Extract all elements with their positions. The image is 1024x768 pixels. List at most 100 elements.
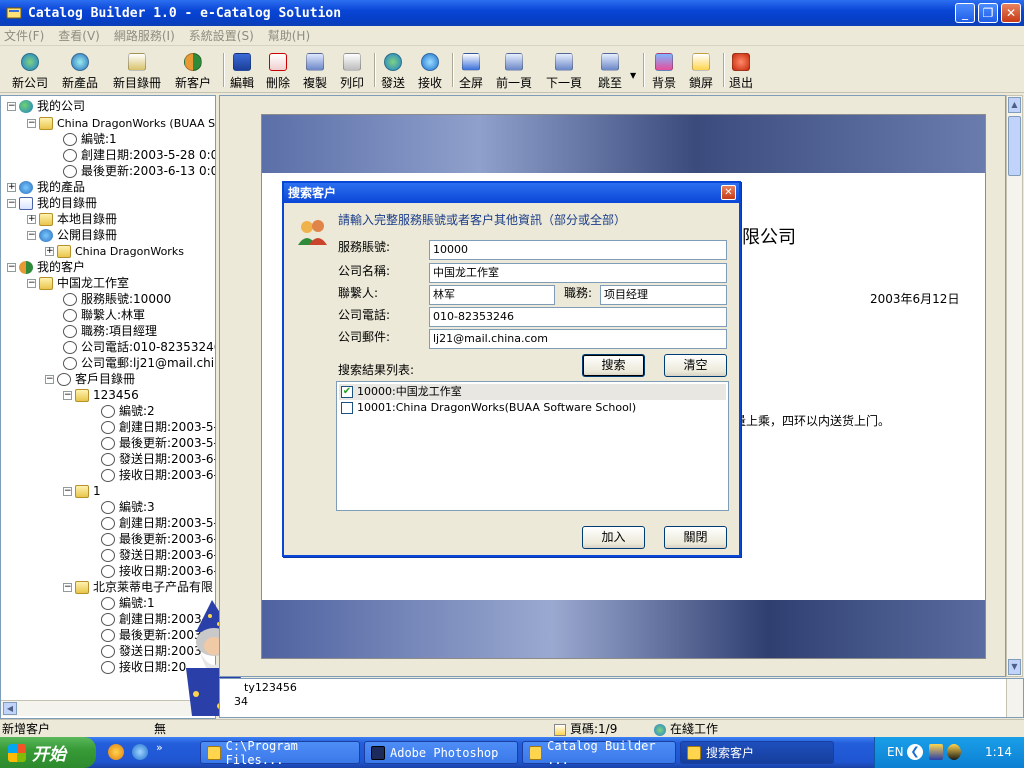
media-player-icon[interactable]	[108, 744, 124, 760]
scroll-up-arrow-icon[interactable]: ▲	[1008, 97, 1021, 113]
lock-screen-button[interactable]: 鎖屏	[689, 51, 713, 91]
properties-scrollbar[interactable]	[1006, 679, 1023, 717]
tree-node-my-company[interactable]: − 我的公司	[7, 98, 85, 114]
prev-page-button[interactable]: 前一頁	[496, 51, 532, 91]
close-dialog-button[interactable]: 關閉	[664, 526, 727, 549]
tree-node-customer-catalogs[interactable]: − 客戶目錄冊	[45, 371, 135, 387]
internet-explorer-icon[interactable]	[132, 744, 148, 760]
receive-button[interactable]: 接收	[418, 51, 442, 91]
tree-node-leaf[interactable]: 創建日期:2003-5-28 0:08:2	[63, 147, 215, 163]
goto-dropdown-arrow[interactable]: ▼	[630, 71, 636, 80]
clear-button[interactable]: 清空	[664, 354, 727, 377]
task-explorer[interactable]: C:\Program Files...	[200, 739, 360, 767]
collapse-icon[interactable]: −	[7, 199, 16, 208]
collapse-icon[interactable]: −	[27, 279, 36, 288]
collapse-icon[interactable]: −	[63, 391, 72, 400]
tree-node-leaf[interactable]: 發送日期:2003-6-1	[101, 451, 215, 467]
tree-node-local-catalogs[interactable]: + 本地目錄冊	[27, 211, 117, 227]
result-checkbox-checked[interactable]: ✔	[341, 386, 353, 398]
result-checkbox[interactable]	[341, 402, 353, 414]
background-button[interactable]: 背景	[652, 51, 676, 91]
menu-view[interactable]: 查看(V)	[58, 27, 100, 44]
tree-node-public-catalogs[interactable]: − 公開目錄冊	[27, 227, 117, 243]
tree-node-leaf[interactable]: 服務賬號:10000	[63, 291, 171, 307]
exit-button[interactable]: 退出	[729, 51, 753, 91]
tree-node-leaf[interactable]: 公司電郵:lj21@mail.china.c	[63, 355, 215, 371]
copy-button[interactable]: 複製	[303, 51, 327, 91]
collapse-icon[interactable]: −	[63, 487, 72, 496]
tree-node-leaf[interactable]: 創建日期:2003-5-1	[101, 515, 215, 531]
tree-node-leaf[interactable]: 聯繫人:林軍	[63, 307, 145, 323]
result-item[interactable]: 10001:China DragonWorks(BUAA Software Sc…	[339, 400, 726, 416]
document-vertical-scrollbar[interactable]: ▲ ▼	[1006, 95, 1023, 677]
expand-icon[interactable]: +	[7, 183, 16, 192]
collapse-icon[interactable]: −	[7, 102, 16, 111]
account-input[interactable]: 10000	[429, 240, 727, 260]
minimize-button[interactable]: _	[955, 3, 975, 23]
result-item[interactable]: ✔ 10000:中国龙工作室	[339, 384, 726, 400]
language-indicator[interactable]: EN	[887, 745, 904, 759]
collapse-icon[interactable]: −	[27, 119, 36, 128]
scroll-down-arrow-icon[interactable]: ▼	[1008, 659, 1021, 675]
collapse-icon[interactable]: −	[63, 583, 72, 592]
menu-help[interactable]: 幫助(H)	[268, 27, 310, 44]
new-customer-button[interactable]: 新客户	[175, 51, 211, 91]
scroll-thumb[interactable]	[1008, 116, 1021, 176]
tree-node-leaf[interactable]: 公司電話:010-82353246	[63, 339, 215, 355]
new-company-button[interactable]: 新公司	[12, 51, 48, 91]
tree-node-public-dragonworks[interactable]: + China DragonWorks	[45, 243, 184, 259]
expand-icon[interactable]: +	[27, 215, 36, 224]
quicklaunch-chevron-icon[interactable]: »	[156, 741, 163, 754]
next-page-button[interactable]: 下一頁	[546, 51, 582, 91]
tree-node-leaf[interactable]: 最後更新:2003-5-1	[101, 435, 215, 451]
tray-speaker-icon[interactable]	[947, 744, 961, 760]
task-photoshop[interactable]: Adobe Photoshop	[364, 741, 518, 764]
tree-node-my-catalogs[interactable]: − 我的目錄冊	[7, 195, 97, 211]
tree-node-leaf[interactable]: 職務:項目經理	[63, 323, 157, 339]
email-input[interactable]: lj21@mail.china.com	[429, 329, 727, 349]
tree-node-leaf[interactable]: 接收日期:2003-6-1	[101, 563, 215, 579]
send-button[interactable]: 發送	[381, 51, 405, 91]
tree-node-my-customers[interactable]: − 我的客户	[7, 259, 85, 275]
close-button[interactable]: ✕	[1001, 3, 1021, 23]
tree-node-leaf[interactable]: 創建日期:2003-5-1	[101, 419, 215, 435]
task-catalog-builder[interactable]: Catalog Builder ...	[522, 739, 676, 767]
tree-node-catalog[interactable]: − 北京莱蒂电子产品有限	[63, 579, 213, 595]
edit-button[interactable]: 編輯	[230, 51, 254, 91]
tree-node-catalog[interactable]: −123456	[63, 387, 139, 403]
tree-node-leaf[interactable]: 編號:2	[101, 403, 155, 419]
collapse-icon[interactable]: −	[7, 263, 16, 272]
tree-node-leaf[interactable]: 接收日期:2003-6-1	[101, 467, 215, 483]
fullscreen-button[interactable]: 全屏	[459, 51, 483, 91]
collapse-icon[interactable]: −	[27, 231, 36, 240]
tree-node-catalog[interactable]: −1	[63, 483, 101, 499]
task-search-customer[interactable]: 搜索客户	[680, 741, 834, 764]
new-product-button[interactable]: 新產品	[62, 51, 98, 91]
menu-file[interactable]: 文件(F)	[4, 27, 44, 44]
tree-node-leaf[interactable]: 最後更新:2003-6-13 0:08:5	[63, 163, 215, 179]
menu-network[interactable]: 網路服務(I)	[114, 27, 175, 44]
maximize-button[interactable]: ❐	[978, 3, 998, 23]
tray-back-icon[interactable]: ❮	[907, 744, 923, 760]
tree-node-company[interactable]: − China DragonWorks (BUAA Sof	[27, 115, 215, 131]
print-button[interactable]: 列印	[340, 51, 364, 91]
tray-wizard-icon[interactable]	[929, 744, 943, 760]
search-button[interactable]: 搜索	[582, 354, 645, 377]
tree-node-leaf[interactable]: 編號:1	[101, 595, 155, 611]
goto-button[interactable]: 跳至	[598, 51, 622, 91]
new-catalog-button[interactable]: 新目錄冊	[113, 51, 161, 91]
start-button[interactable]: 开始	[0, 737, 96, 768]
tree-node-leaf[interactable]: 編號:1	[63, 131, 117, 147]
tree-node-leaf[interactable]: 最後更新:2003-6-1	[101, 531, 215, 547]
tree-node-leaf[interactable]: 編號:3	[101, 499, 155, 515]
scroll-left-arrow-icon[interactable]: ◀	[3, 702, 17, 715]
tree-node-leaf[interactable]: 發送日期:2003-6-1	[101, 547, 215, 563]
delete-button[interactable]: 刪除	[266, 51, 290, 91]
company-name-input[interactable]: 中国龙工作室	[429, 263, 727, 283]
add-button[interactable]: 加入	[582, 526, 645, 549]
tree-node-my-products[interactable]: + 我的產品	[7, 179, 85, 195]
menu-settings[interactable]: 系統設置(S)	[189, 27, 254, 44]
phone-input[interactable]: 010-82353246	[429, 307, 727, 327]
collapse-icon[interactable]: −	[45, 375, 54, 384]
contact-input[interactable]: 林军	[429, 285, 555, 305]
